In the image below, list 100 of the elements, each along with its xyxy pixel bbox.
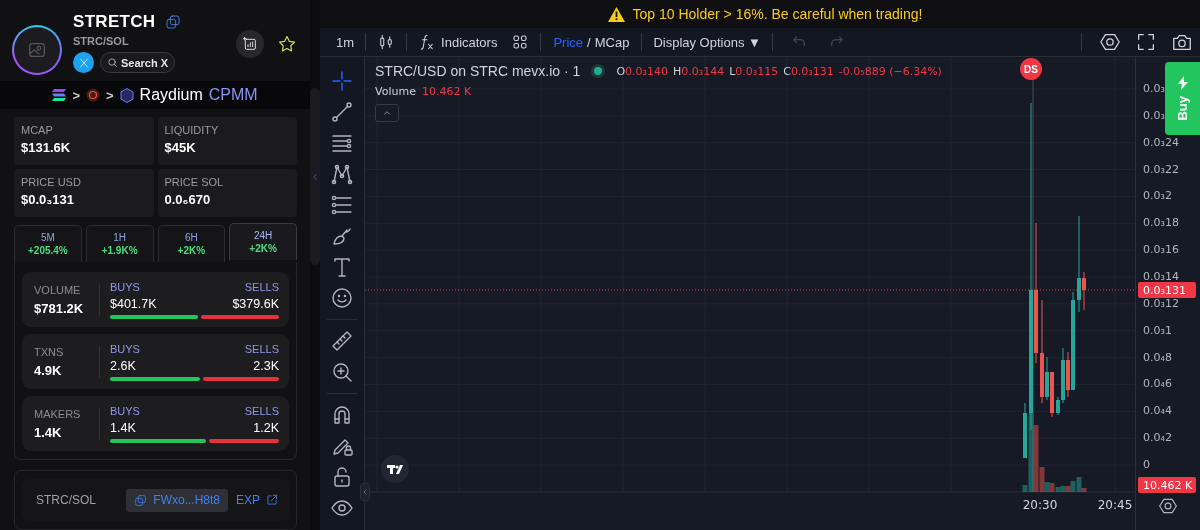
mcap-toggle[interactable]: MCap xyxy=(592,34,632,50)
settings-icon xyxy=(1158,496,1178,516)
ohlc-value: C0.0₃131 xyxy=(783,64,834,78)
search-icon xyxy=(107,57,118,68)
star-icon xyxy=(277,34,297,54)
buys-label: BUYS xyxy=(110,280,140,293)
fullscreen-icon xyxy=(1135,31,1157,53)
smiley-icon xyxy=(330,286,354,310)
price-label: 0.0₄6 xyxy=(1143,377,1172,391)
timeframe-tab[interactable]: 6H +2K% xyxy=(157,225,226,262)
search-x-button[interactable]: Search X xyxy=(100,52,176,73)
last-price-tag: 0.0₃131 xyxy=(1138,282,1196,298)
token-pair: STRC/SOL xyxy=(73,35,130,47)
price-label: 0.0₃18 xyxy=(1143,216,1179,230)
x-button[interactable] xyxy=(73,52,94,73)
add-chart-button[interactable] xyxy=(236,30,264,58)
warning-icon xyxy=(607,6,625,22)
breadcrumb-separator: > xyxy=(72,87,80,103)
chart-plus-icon xyxy=(242,36,258,52)
timeframe-tab[interactable]: 24H +2K% xyxy=(229,223,297,260)
price-label: 0.0₃ xyxy=(1143,82,1165,95)
metric-total: 1.4K xyxy=(34,424,63,440)
price-label: 0.0₃14 xyxy=(1143,270,1179,283)
copy-icon xyxy=(165,14,182,30)
price-label: 0.0₄8 xyxy=(1143,350,1172,364)
volume-value: 10.462 K xyxy=(421,85,472,98)
pattern-icon xyxy=(330,162,354,186)
hexagon-icon xyxy=(119,87,134,103)
zoom-icon xyxy=(330,360,354,384)
chevron-up-icon xyxy=(382,108,392,118)
metric-total: 4.9K xyxy=(34,362,63,378)
chevron-left-icon xyxy=(310,171,320,182)
price-label: 0.0₃12 xyxy=(1143,296,1179,310)
sells-value: $379.6K xyxy=(232,296,279,311)
price-toggle[interactable]: Price xyxy=(551,34,586,50)
time-label: 20:30 xyxy=(1022,498,1058,512)
price-label: 0 xyxy=(1143,458,1150,472)
address-button[interactable]: FWxo...H8t8 xyxy=(126,488,228,512)
bolt-icon xyxy=(1177,76,1188,91)
last-volume-tag: 10.462 K xyxy=(1138,477,1196,493)
dex-name: Raydium xyxy=(139,86,203,104)
ohlc-value: H0.0₃144 xyxy=(672,64,725,78)
stat-value: $0.0₃131 xyxy=(21,192,75,207)
price-label: 0.0₃2 xyxy=(1143,189,1172,203)
sells-label: SELLS xyxy=(244,342,279,355)
stat-label: MCAP xyxy=(21,124,54,136)
explorer-link[interactable]: EXP xyxy=(236,493,279,507)
price-label: 0.0₃1 xyxy=(1143,323,1172,337)
time-label: 20:45 xyxy=(1097,498,1133,512)
event-marker[interactable]: DS xyxy=(1020,58,1042,80)
stat-value: $131.6K xyxy=(21,140,72,155)
copy-icon xyxy=(134,493,148,507)
buys-value: 2.6K xyxy=(110,358,136,373)
price-label: 0.0₄4 xyxy=(1143,404,1172,418)
price-label: 0.0₃ xyxy=(1143,108,1165,122)
timeframe-tab[interactable]: 1H +1.9K% xyxy=(85,225,154,262)
ohlc-value: L0.0₃115 xyxy=(729,64,779,78)
stat-label: PRICE USD xyxy=(21,176,82,188)
buys-value: $401.7K xyxy=(110,296,157,311)
buys-label: BUYS xyxy=(110,404,140,417)
crosshair-icon xyxy=(330,69,354,93)
indicators-button[interactable]: Indicators xyxy=(411,27,505,57)
metric-label: MAKERS xyxy=(34,407,82,420)
external-link-icon xyxy=(265,493,279,507)
buys-label: BUYS xyxy=(110,342,140,355)
sells-label: SELLS xyxy=(244,280,279,293)
token-name: STRETCH xyxy=(73,12,156,32)
breadcrumb-separator: > xyxy=(106,87,114,103)
buys-value: 1.4K xyxy=(110,420,136,435)
interval-button[interactable]: 1m xyxy=(329,27,362,57)
ohlc-value: O0.0₃140 xyxy=(616,64,668,78)
stat-label: PRICE SOL xyxy=(164,176,225,188)
x-logo-icon xyxy=(77,56,90,69)
sells-label: SELLS xyxy=(244,404,279,417)
price-label: 0.0₄2 xyxy=(1143,431,1172,445)
stat-label: LIQUIDITY xyxy=(164,124,220,136)
toggle-separator: / xyxy=(586,34,592,50)
stat-value: $45K xyxy=(164,140,197,155)
status-dot xyxy=(594,67,603,75)
metric-label: VOLUME xyxy=(34,283,82,296)
fibonacci-icon xyxy=(330,193,354,217)
display-options-dropdown[interactable]: Display Options ▼ xyxy=(646,27,768,57)
price-change: -0.0₅889 (−6.34%) xyxy=(838,64,942,78)
ruler-icon xyxy=(330,329,354,353)
volume-label: Volume xyxy=(375,85,416,98)
sell-bar xyxy=(209,438,279,443)
chart-symbol: STRC/USD on STRC mevx.io · 1 xyxy=(375,63,581,79)
price-label: 0.0₃24 xyxy=(1143,135,1179,149)
metric-total: $781.2K xyxy=(34,300,85,316)
warning-text: Top 10 Holder > 16%. Be careful when trading! xyxy=(632,6,923,22)
solana-icon xyxy=(52,89,67,101)
trend-line-icon xyxy=(330,100,354,124)
timeframe-tab[interactable]: 5M +205.4% xyxy=(14,225,82,262)
price-label: 0.0₃16 xyxy=(1143,243,1179,257)
settings-icon xyxy=(1099,31,1121,53)
price-label: 0.0₃22 xyxy=(1143,162,1179,176)
metric-label: TXNS xyxy=(34,345,65,358)
sells-value: 2.3K xyxy=(253,358,279,373)
token-icon xyxy=(86,88,100,102)
stat-value: 0.0₆670 xyxy=(164,192,212,207)
